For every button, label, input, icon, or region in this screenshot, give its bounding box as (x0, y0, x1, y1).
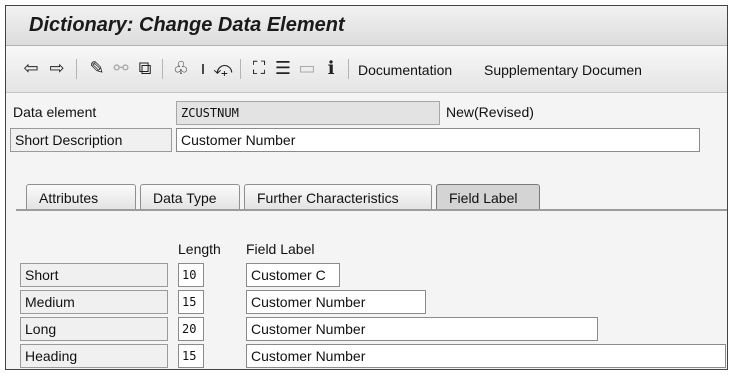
toolbar-separator (348, 59, 349, 79)
row-label-heading: Heading (20, 344, 168, 368)
display-change-icon[interactable]: ✎ (86, 58, 108, 80)
length-column-header: Length (178, 241, 221, 257)
row-label-medium: Medium (20, 290, 168, 314)
field-label-input-medium[interactable]: Customer Number (246, 290, 426, 314)
hierarchy-icon[interactable]: ♧ (170, 58, 192, 80)
back-arrow-icon[interactable]: ⇦ (20, 58, 42, 80)
where-used-icon[interactable]: ı (192, 58, 214, 80)
row-label-long: Long (20, 317, 168, 341)
title-bar: Dictionary: Change Data Element (6, 6, 727, 46)
field-label-input-short[interactable]: Customer C (246, 263, 340, 287)
field-label-column-header: Field Label (246, 241, 315, 257)
stack-icon[interactable]: ☰ (272, 58, 294, 80)
tab-attributes[interactable]: Attributes (26, 184, 136, 210)
field-label-input-heading[interactable]: Customer Number (246, 344, 726, 368)
forward-arrow-icon[interactable]: ⇨ (46, 58, 68, 80)
field-label-input-long[interactable]: Customer Number (246, 317, 598, 341)
display-object-icon[interactable]: ▭ (296, 58, 318, 80)
toolbar-separator (76, 59, 77, 79)
sap-window: Dictionary: Change Data Element ⇦ ⇨ ✎ ⚯ … (5, 5, 728, 370)
data-element-field: ZCUSTNUM (176, 101, 440, 125)
toolbar-separator (162, 59, 163, 79)
documentation-button[interactable]: Documentation (358, 62, 452, 78)
check-icon[interactable]: ⧉ (134, 58, 156, 80)
tab-field-label[interactable]: Field Label (436, 184, 540, 210)
object-list-icon[interactable]: ⛶ (248, 58, 270, 80)
tab-further-characteristics[interactable]: Further Characteristics (244, 184, 432, 210)
navigate-icon[interactable]: ⤽ (212, 58, 234, 80)
supplementary-documentation-button[interactable]: Supplementary Documen (484, 62, 642, 78)
status-text: New(Revised) (446, 104, 534, 120)
length-input-medium[interactable]: 15 (178, 290, 204, 314)
row-label-short: Short (20, 263, 168, 287)
length-input-short[interactable]: 10 (178, 263, 204, 287)
application-toolbar: ⇦ ⇨ ✎ ⚯ ⧉ ♧ ı ⤽ ⛶ ☰ ▭ ℹ Documentation Su… (6, 47, 727, 93)
data-element-label: Data element (13, 104, 97, 120)
length-input-heading[interactable]: 15 (178, 344, 204, 368)
short-description-input[interactable]: Customer Number (176, 128, 700, 152)
activate-icon[interactable]: ⚯ (110, 58, 132, 80)
information-icon[interactable]: ℹ (320, 58, 342, 80)
toolbar-separator (240, 59, 241, 79)
window-title: Dictionary: Change Data Element (29, 14, 345, 36)
short-description-label: Short Description (10, 128, 172, 152)
length-input-long[interactable]: 20 (178, 317, 204, 341)
tab-data-type[interactable]: Data Type (140, 184, 240, 210)
